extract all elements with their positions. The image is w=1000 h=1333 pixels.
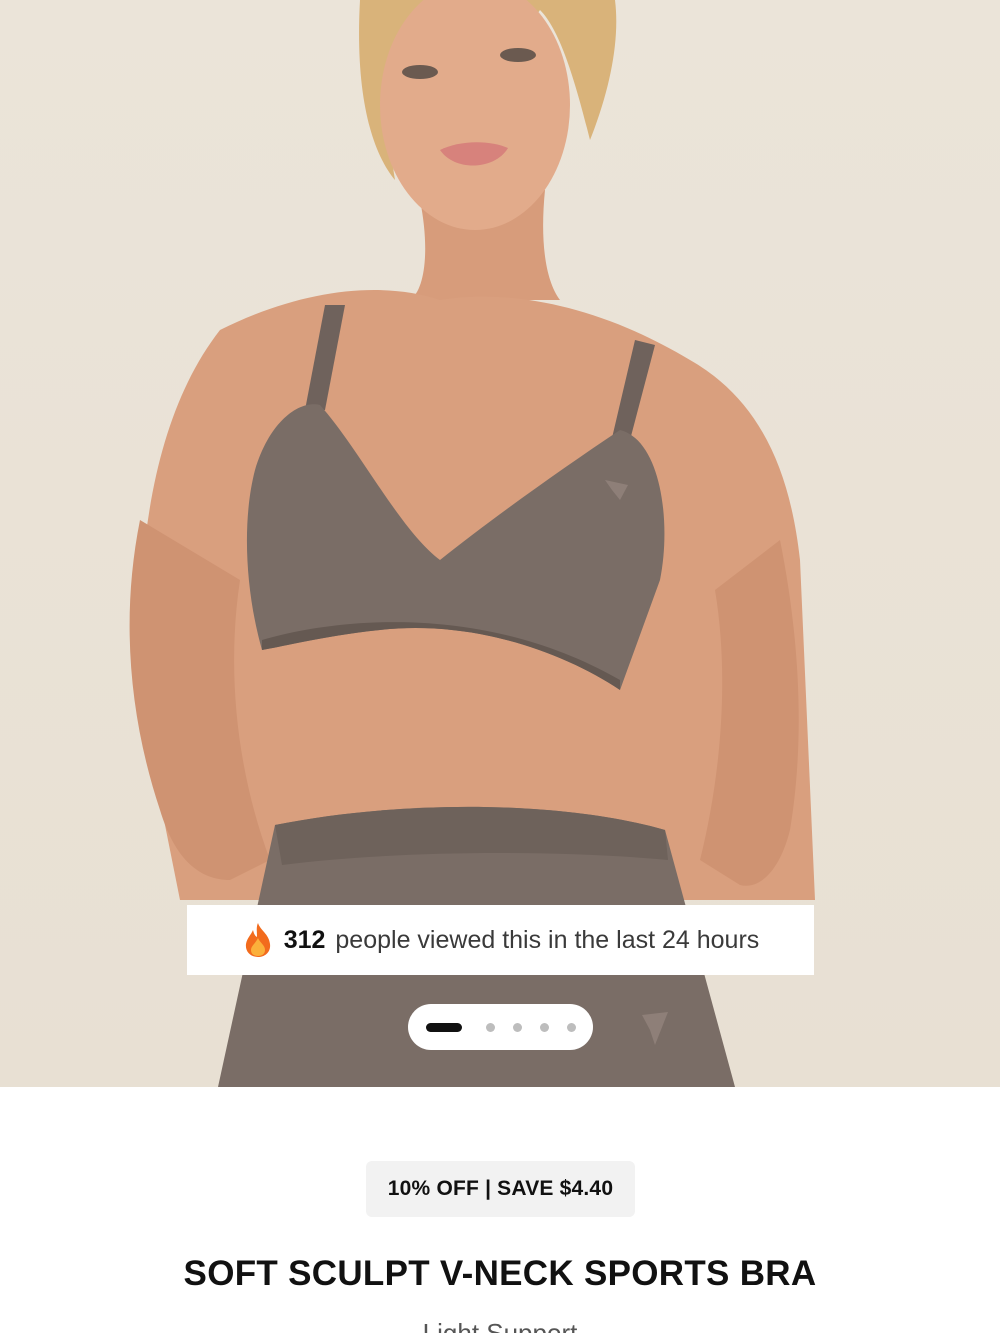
carousel-dot-3[interactable] [512,1022,522,1032]
carousel-pagination [408,1004,593,1050]
recent-views-banner: 312 people viewed this in the last 24 ho… [187,905,814,975]
carousel-dot-4[interactable] [539,1022,549,1032]
fire-icon [242,922,274,958]
carousel-dot-1[interactable] [425,1022,462,1032]
carousel-dot-2[interactable] [485,1022,495,1032]
view-count-label: people viewed this in the last 24 hours [335,925,760,954]
discount-badge: 10% OFF | SAVE $4.40 [366,1161,635,1217]
product-title: SOFT SCULPT V-NECK SPORTS BRA [183,1254,817,1293]
product-hero-image[interactable]: 312 people viewed this in the last 24 ho… [0,0,1000,1087]
view-count: 312 [283,925,326,954]
product-support-level: Light Support [422,1318,578,1333]
carousel-dot-5[interactable] [566,1022,576,1032]
